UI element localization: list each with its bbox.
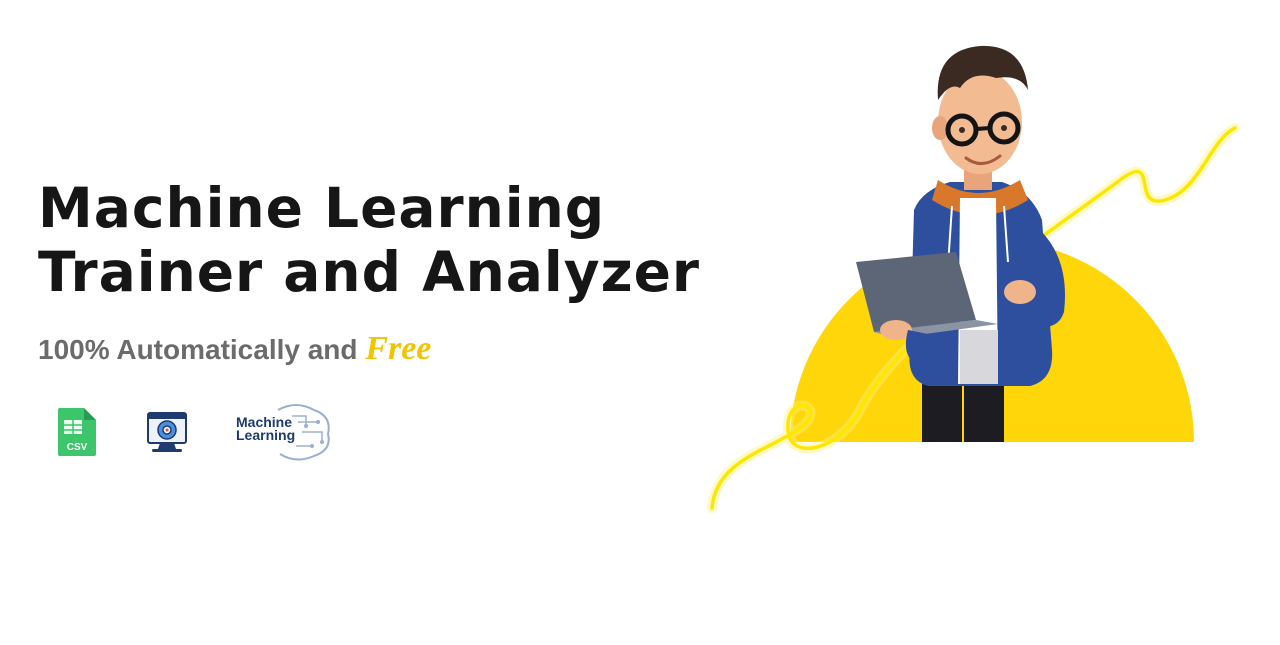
title-line-1: Machine Learning bbox=[38, 176, 606, 240]
machine-learning-logo: Machine Learning bbox=[236, 402, 336, 462]
subtitle: 100% Automatically and Free bbox=[38, 330, 431, 368]
developer-illustration bbox=[660, 30, 1240, 530]
ml-logo-line-2: Learning bbox=[236, 427, 296, 443]
csv-file-icon: CSV bbox=[52, 406, 98, 458]
title-line-2: Trainer and Analyzer bbox=[38, 240, 701, 304]
monitor-settings-icon bbox=[142, 407, 192, 457]
subtitle-text: 100% Automatically and bbox=[38, 334, 366, 365]
hero-banner: Machine Learning Trainer and Analyzer 10… bbox=[0, 0, 1280, 645]
feature-icons: CSV Machine Learning bbox=[52, 402, 380, 462]
page-title: Machine Learning Trainer and Analyzer bbox=[38, 176, 700, 304]
csv-label: CSV bbox=[67, 442, 88, 453]
subtitle-free-word: Free bbox=[365, 330, 432, 367]
